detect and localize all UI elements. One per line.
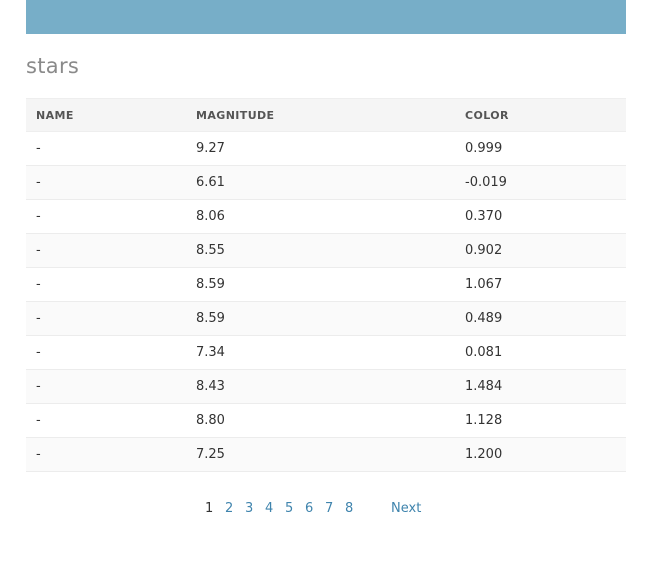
- table-row: - 8.06 0.370: [26, 199, 626, 234]
- table-row: - 8.59 0.489: [26, 301, 626, 336]
- page-title: stars: [26, 54, 80, 78]
- column-header-color[interactable]: COLOR: [455, 98, 626, 132]
- table-row: - 9.27 0.999: [26, 131, 626, 166]
- cell-name: -: [26, 335, 186, 370]
- page-link-3[interactable]: 3: [245, 501, 253, 516]
- cell-color: 1.128: [455, 403, 626, 438]
- cell-name: -: [26, 301, 186, 336]
- cell-color: 0.902: [455, 233, 626, 268]
- cell-name: -: [26, 199, 186, 234]
- cell-color: 0.081: [455, 335, 626, 370]
- page-link-7[interactable]: 7: [325, 501, 333, 516]
- table-row: - 7.25 1.200: [26, 437, 626, 472]
- cell-name: -: [26, 131, 186, 166]
- page-link-6[interactable]: 6: [305, 501, 313, 516]
- stars-table: NAME MAGNITUDE COLOR - 9.27 0.999 - 6.61…: [26, 98, 626, 472]
- cell-magnitude: 8.80: [186, 403, 455, 438]
- cell-magnitude: 6.61: [186, 165, 455, 200]
- cell-color: 1.067: [455, 267, 626, 302]
- pagination: 1 2 3 4 5 6 7 8 Next: [0, 501, 647, 519]
- cell-magnitude: 8.59: [186, 301, 455, 336]
- cell-color: 0.370: [455, 199, 626, 234]
- cell-magnitude: 8.43: [186, 369, 455, 404]
- page-link-2[interactable]: 2: [225, 501, 233, 516]
- table-row: - 8.55 0.902: [26, 233, 626, 268]
- cell-color: -0.019: [455, 165, 626, 200]
- cell-magnitude: 9.27: [186, 131, 455, 166]
- table-header-row: NAME MAGNITUDE COLOR: [26, 98, 626, 132]
- page-link-1-current: 1: [205, 501, 214, 516]
- cell-magnitude: 8.55: [186, 233, 455, 268]
- page-link-4[interactable]: 4: [265, 501, 273, 516]
- cell-name: -: [26, 437, 186, 472]
- page-link-5[interactable]: 5: [285, 501, 293, 516]
- header-bar: [26, 0, 626, 34]
- cell-color: 1.200: [455, 437, 626, 472]
- cell-color: 1.484: [455, 369, 626, 404]
- cell-magnitude: 8.59: [186, 267, 455, 302]
- page: stars NAME MAGNITUDE COLOR - 9.27 0.999 …: [0, 0, 647, 573]
- cell-name: -: [26, 267, 186, 302]
- cell-name: -: [26, 403, 186, 438]
- column-header-magnitude[interactable]: MAGNITUDE: [186, 98, 455, 132]
- table-row: - 7.34 0.081: [26, 335, 626, 370]
- column-header-name[interactable]: NAME: [26, 98, 186, 132]
- cell-color: 0.999: [455, 131, 626, 166]
- cell-name: -: [26, 165, 186, 200]
- next-page-link[interactable]: Next: [391, 501, 421, 516]
- cell-name: -: [26, 369, 186, 404]
- cell-color: 0.489: [455, 301, 626, 336]
- page-link-8[interactable]: 8: [345, 501, 353, 516]
- table-row: - 8.80 1.128: [26, 403, 626, 438]
- cell-magnitude: 7.25: [186, 437, 455, 472]
- table-row: - 8.59 1.067: [26, 267, 626, 302]
- cell-magnitude: 7.34: [186, 335, 455, 370]
- cell-name: -: [26, 233, 186, 268]
- cell-magnitude: 8.06: [186, 199, 455, 234]
- table-row: - 6.61 -0.019: [26, 165, 626, 200]
- table-row: - 8.43 1.484: [26, 369, 626, 404]
